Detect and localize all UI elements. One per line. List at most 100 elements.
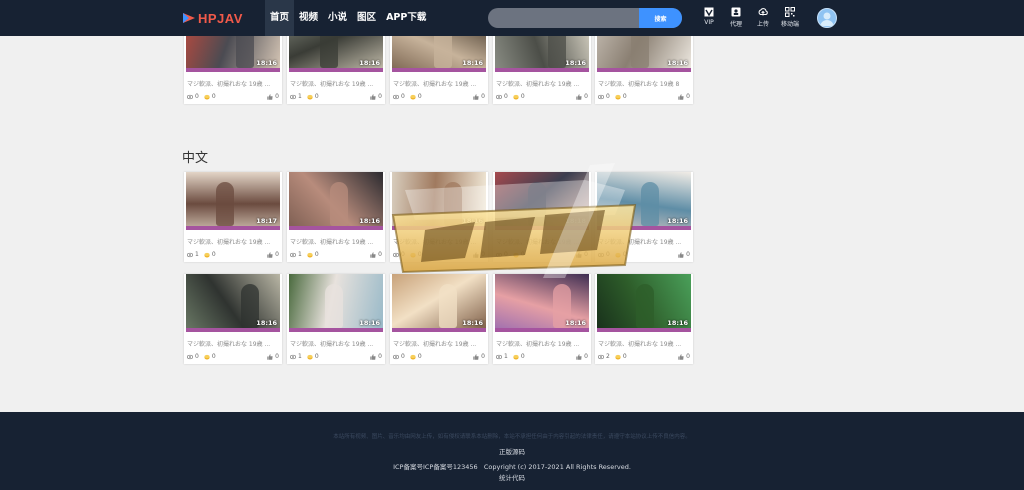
eye-icon [598, 354, 604, 359]
video-thumbnail[interactable]: 18:16 [495, 274, 589, 332]
video-thumbnail[interactable]: 18:17 [186, 172, 280, 230]
agent-button[interactable]: 代理 [724, 7, 748, 31]
video-card[interactable]: 18:16 マジ軟派、初撮れおな 19歳 ... 1 0 0 [287, 172, 385, 262]
coin-icon [615, 354, 621, 359]
video-card[interactable]: 18:16 マジ軟派、初撮れおな 19歳 ... 0 0 0 [493, 36, 591, 104]
mobile-button[interactable]: 移动端 [778, 7, 802, 31]
footer-source-link[interactable]: 正版源码 [0, 446, 1024, 456]
video-thumbnail[interactable]: 18:16 [392, 36, 486, 72]
eye-icon [187, 94, 193, 99]
nav-home[interactable]: 首页 [265, 0, 295, 36]
video-card[interactable]: 18:16 マジ軟派、初撮れおな 19歳 ... 0 0 0 [184, 274, 282, 364]
upload-button[interactable]: 上传 [751, 7, 775, 31]
video-thumbnail[interactable]: 18:16 [597, 172, 691, 230]
video-title[interactable]: マジ軟派、初撮れおな 19歳 ... [496, 237, 588, 246]
video-title[interactable]: マジ軟派、初撮れおな 19歳 ... [393, 339, 485, 348]
video-thumbnail[interactable]: 18:16 [392, 274, 486, 332]
video-card[interactable]: 18:16 マジ軟派、初撮れおな 19歳 ... 1 0 0 [493, 274, 591, 364]
likes-count[interactable]: 0 [678, 353, 690, 360]
coins-value: 0 [520, 251, 525, 258]
nav-gallery[interactable]: 图区 [352, 0, 381, 36]
likes-count[interactable]: 0 [370, 353, 382, 360]
video-title[interactable]: マジ軟派、初撮れおな 19歳 ... [187, 237, 279, 246]
video-title[interactable]: マジ軟派、初撮れおな 19歳 ... [290, 339, 382, 348]
views-count: 0 [393, 353, 405, 360]
video-title[interactable]: マジ軟派、初撮れおな 19歳 ... [598, 237, 690, 246]
likes-value: 0 [686, 93, 690, 100]
video-meta: 0 0 0 [187, 93, 279, 101]
video-title[interactable]: マジ軟派、初撮れおな 19歳 ... [290, 237, 382, 246]
video-thumbnail[interactable]: 18:16 [289, 274, 383, 332]
video-thumbnail[interactable]: 18:16 [289, 172, 383, 230]
coins-count: 0 [204, 251, 216, 258]
search-button[interactable]: 搜索 [639, 8, 682, 28]
vip-button[interactable]: VIP [697, 7, 721, 31]
likes-count[interactable]: 0 [576, 93, 588, 100]
video-title[interactable]: マジ軟派、初撮れおな 19歳 ... [598, 339, 690, 348]
video-card[interactable]: 18:16 マジ軟派、初撮れおな 19歳 8 0 0 0 [595, 36, 693, 104]
video-meta: 0 0 0 [496, 251, 588, 259]
likes-value: 0 [378, 353, 382, 360]
likes-count[interactable]: 0 [267, 353, 279, 360]
video-meta: 1 0 0 [290, 93, 382, 101]
views-value: 1 [504, 353, 508, 360]
video-thumbnail[interactable]: 18:16 [495, 36, 589, 72]
user-avatar[interactable] [817, 8, 837, 28]
likes-count[interactable]: 0 [267, 251, 279, 258]
likes-count[interactable]: 0 [473, 93, 485, 100]
likes-count[interactable]: 0 [678, 93, 690, 100]
video-meta: 0 0 0 [496, 93, 588, 101]
video-card[interactable]: 18:16 マジ軟派、初撮れおな 19歳 ... 0 0 0 [390, 274, 488, 364]
video-title[interactable]: マジ軟派、初撮れおな 19歳 ... [496, 79, 588, 88]
coins-value: 0 [417, 353, 422, 360]
views-count: 0 [187, 353, 199, 360]
footer-icp[interactable]: ICP备案号ICP备案号123456 [393, 463, 478, 471]
video-card[interactable]: 18:16 マジ軟派、初撮れおな 19歳 ... 0 0 0 [390, 172, 488, 262]
video-thumbnail[interactable]: 18:16 [392, 172, 486, 230]
likes-count[interactable]: 0 [267, 93, 279, 100]
likes-count[interactable]: 0 [678, 251, 690, 258]
video-thumbnail[interactable]: 18:16 [597, 274, 691, 332]
video-thumbnail[interactable]: 18:16 [597, 36, 691, 72]
video-card[interactable]: 18:16 マジ軟派、初撮れおな 19歳 ... 0 0 0 [390, 36, 488, 104]
nav-novels[interactable]: 小说 [323, 0, 352, 36]
video-title[interactable]: マジ軟派、初撮れおな 19歳 8 [598, 79, 690, 88]
likes-count[interactable]: 0 [370, 93, 382, 100]
likes-count[interactable]: 0 [473, 251, 485, 258]
video-title[interactable]: マジ軟派、初撮れおな 19歳 ... [290, 79, 382, 88]
video-thumbnail[interactable]: 18:16 [289, 36, 383, 72]
video-title[interactable]: マジ軟派、初撮れおな 19歳 ... [187, 339, 279, 348]
video-card[interactable]: 18:16 マジ軟派、初撮れおな 19歳 ... 2 0 0 [595, 274, 693, 364]
video-title[interactable]: マジ軟派、初撮れおな 19歳 ... [496, 339, 588, 348]
video-title[interactable]: マジ軟派、初撮れおな 19歳 ... [187, 79, 279, 88]
video-card[interactable]: 18:16 マジ軟派、初撮れおな 19歳 ... 1 0 0 [287, 274, 385, 364]
thumbnail-progress-bar [597, 328, 691, 332]
thumbs-up-icon [576, 353, 582, 360]
eye-icon [187, 252, 193, 257]
video-thumbnail[interactable]: 18:16 [186, 36, 280, 72]
video-card[interactable]: 18:16 マジ軟派、初撮れおな 19歳 ... 0 0 0 [184, 36, 282, 104]
likes-count[interactable]: 0 [576, 353, 588, 360]
video-card[interactable]: 18:16 マジ軟派、初撮れおな 19歳 ... 1 0 0 [287, 36, 385, 104]
coins-value: 0 [211, 251, 216, 258]
video-thumbnail[interactable]: 18:18 [495, 172, 589, 230]
likes-count[interactable]: 0 [473, 353, 485, 360]
search-input[interactable] [488, 8, 639, 28]
likes-count[interactable]: 0 [370, 251, 382, 258]
video-card[interactable]: 18:18 マジ軟派、初撮れおな 19歳 ... 0 0 0 [493, 172, 591, 262]
site-logo[interactable]: HPJAV [182, 9, 243, 27]
views-count: 1 [496, 353, 508, 360]
video-title[interactable]: マジ軟派、初撮れおな 19歳 ... [393, 237, 485, 246]
video-meta: 0 0 0 [187, 353, 279, 361]
video-title[interactable]: マジ軟派、初撮れおな 19歳 ... [393, 79, 485, 88]
video-duration: 18:18 [565, 217, 586, 225]
likes-count[interactable]: 0 [576, 251, 588, 258]
nav-videos[interactable]: 视频 [294, 0, 323, 36]
video-duration: 18:16 [565, 59, 586, 67]
video-card[interactable]: 18:16 マジ軟派、初撮れおな 19歳 ... 0 0 0 [595, 172, 693, 262]
nav-app-download[interactable]: APP下载 [381, 0, 431, 36]
video-card[interactable]: 18:17 マジ軟派、初撮れおな 19歳 ... 1 0 0 [184, 172, 282, 262]
views-value: 0 [195, 353, 199, 360]
video-thumbnail[interactable]: 18:16 [186, 274, 280, 332]
views-count: 0 [496, 93, 508, 100]
